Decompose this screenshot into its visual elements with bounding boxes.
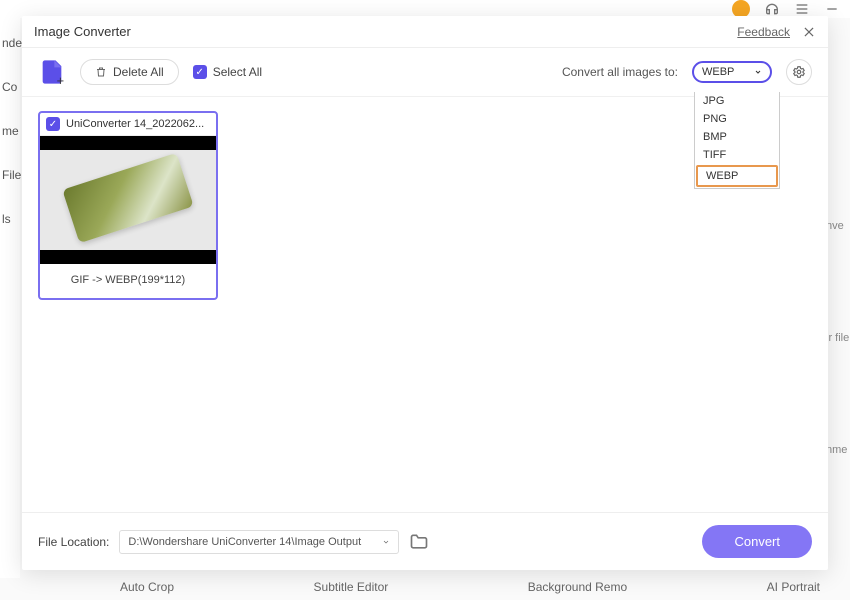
dropdown-item-webp[interactable]: WEBP — [696, 165, 778, 187]
card-caption: GIF -> WEBP(199*112) — [40, 264, 216, 298]
bg-bottom-tiles: Auto Crop Subtitle Editor Background Rem… — [100, 580, 840, 600]
feedback-link[interactable]: Feedback — [737, 25, 790, 39]
convert-button[interactable]: Convert — [702, 525, 812, 558]
chevron-down-icon — [382, 538, 390, 546]
checkbox-checked-icon: ✓ — [193, 65, 207, 79]
add-file-icon[interactable]: + — [38, 58, 66, 86]
select-all-checkbox[interactable]: ✓ Select All — [193, 65, 262, 79]
open-folder-button[interactable] — [409, 532, 429, 552]
dropdown-item-bmp[interactable]: BMP — [695, 128, 779, 146]
card-header: ✓ UniConverter 14_2022062... — [40, 113, 216, 136]
minimize-icon[interactable] — [824, 1, 840, 17]
format-dropdown: JPG PNG BMP TIFF WEBP — [694, 92, 780, 189]
close-icon[interactable] — [802, 25, 816, 39]
thumbnail — [40, 136, 216, 264]
dropdown-item-png[interactable]: PNG — [695, 110, 779, 128]
dropdown-item-tiff[interactable]: TIFF — [695, 146, 779, 164]
svg-text:+: + — [57, 73, 65, 86]
bg-right-text: nve ir file nme — [826, 220, 850, 556]
mineral-image — [62, 153, 193, 243]
trash-icon — [95, 66, 107, 78]
footer: File Location: D:\Wondershare UniConvert… — [22, 512, 828, 570]
checkbox-checked-icon[interactable]: ✓ — [46, 117, 60, 131]
image-converter-modal: Image Converter Feedback + Delete All ✓ … — [22, 16, 828, 570]
file-location-label: File Location: — [38, 535, 109, 549]
bg-left-sidebar: nde Co me File ls — [0, 18, 20, 578]
file-location-select[interactable]: D:\Wondershare UniConverter 14\Image Out… — [119, 530, 399, 554]
dropdown-item-jpg[interactable]: JPG — [695, 92, 779, 110]
hamburger-icon[interactable] — [794, 1, 810, 17]
toolbar: + Delete All ✓ Select All Convert all im… — [22, 48, 828, 97]
card-filename: UniConverter 14_2022062... — [66, 118, 210, 130]
chevron-down-icon — [754, 68, 762, 76]
delete-all-button[interactable]: Delete All — [80, 59, 179, 85]
image-card[interactable]: ✓ UniConverter 14_2022062... GIF -> WEBP… — [38, 111, 218, 300]
convert-to-label: Convert all images to: — [562, 65, 678, 79]
format-select[interactable]: WEBP — [692, 61, 772, 83]
modal-title: Image Converter — [34, 24, 131, 39]
headset-icon[interactable] — [764, 1, 780, 17]
modal-header: Image Converter Feedback — [22, 16, 828, 48]
settings-button[interactable] — [786, 59, 812, 85]
